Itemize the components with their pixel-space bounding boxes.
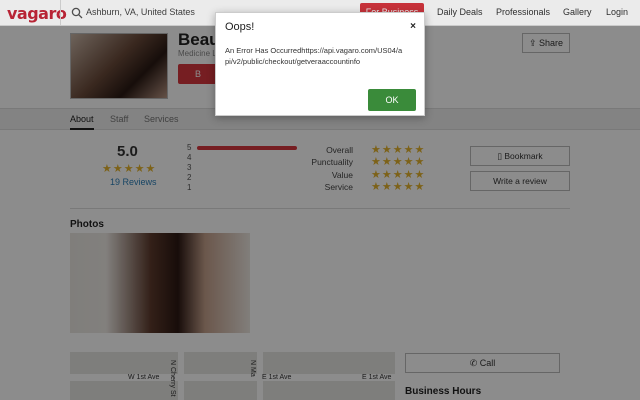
ok-button[interactable]: OK [368, 89, 416, 111]
dialog-title: Oops! [225, 21, 255, 33]
close-icon[interactable]: × [410, 21, 416, 32]
error-dialog: Oops! × An Error Has Occurredhttps://api… [215, 12, 425, 116]
dialog-message: An Error Has Occurredhttps://api.vagaro.… [225, 46, 403, 66]
